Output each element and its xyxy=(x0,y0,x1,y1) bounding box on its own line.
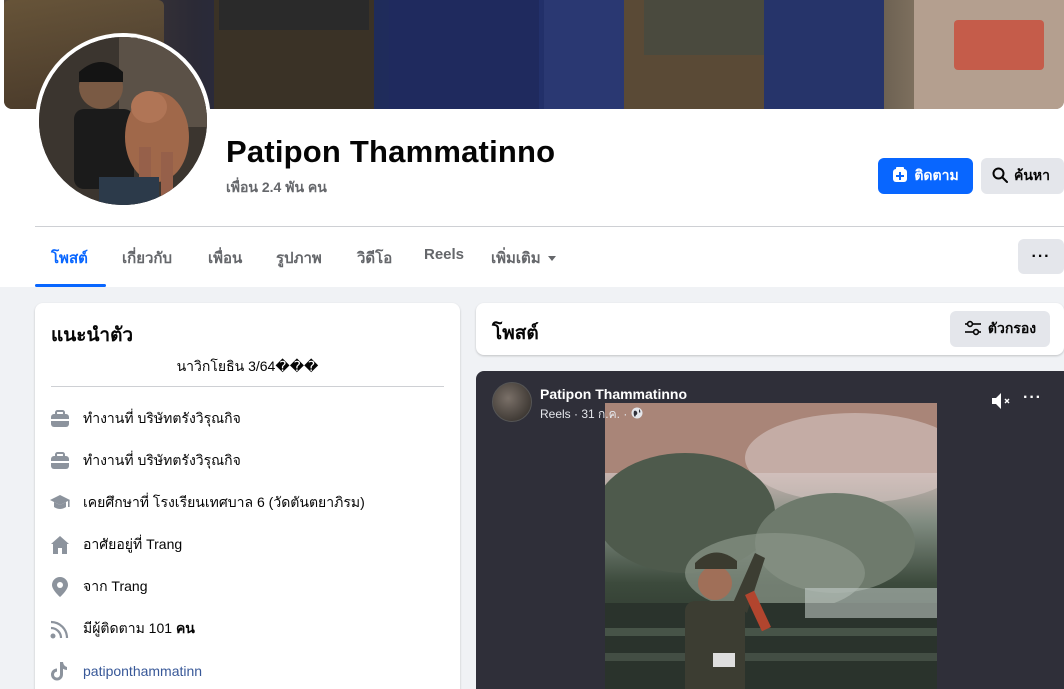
intro-item-work-1: ทำงานที่ บริษัทตรังวิรุณกิจ xyxy=(49,407,241,431)
filter-button[interactable]: ตัวกรอง xyxy=(950,311,1050,347)
intro-item-text: ทำงานที่ บริษัทตรังวิรุณกิจ xyxy=(83,452,241,468)
tab-more-label: เพิ่มเติม xyxy=(491,250,541,267)
reel-more-button[interactable]: ··· xyxy=(1023,389,1042,407)
intro-card: แนะนำตัว นาวิกโยธิน 3/64��� ทำงานที่ บริ… xyxy=(35,303,460,689)
intro-title: แนะนำตัว xyxy=(51,325,134,346)
profile-name: Patipon Thammatinno xyxy=(226,134,556,169)
briefcase-icon xyxy=(49,450,71,472)
tab-photos[interactable]: รูปภาพ xyxy=(276,246,322,270)
caret-down-icon xyxy=(547,250,557,267)
home-icon xyxy=(49,534,71,556)
reel-meta-text: Reels · 31 ก.ค. · xyxy=(540,407,628,421)
filter-label: ตัวกรอง xyxy=(987,320,1037,336)
intro-divider xyxy=(51,386,444,387)
tab-about[interactable]: เกี่ยวกับ xyxy=(122,246,172,270)
rss-icon xyxy=(49,618,71,640)
search-button[interactable]: ค้นหา xyxy=(981,158,1064,194)
profile-avatar[interactable] xyxy=(39,37,207,205)
reel-author-avatar[interactable] xyxy=(492,382,532,422)
active-tab-indicator xyxy=(35,284,106,287)
followers-text: มีผู้ติดตาม 101 คน xyxy=(83,620,195,636)
posts-title: โพสต์ xyxy=(492,323,539,344)
location-pin-icon xyxy=(49,576,71,598)
graduation-cap-icon xyxy=(49,492,71,514)
tiktok-link[interactable]: patiponthammatinn xyxy=(83,663,202,679)
reel-post[interactable]: Patipon Thammatinno Reels · 31 ก.ค. · ··… xyxy=(476,371,1064,689)
follow-button[interactable]: ติดตาม xyxy=(878,158,973,194)
search-label: ค้นหา xyxy=(1014,167,1051,183)
tab-posts[interactable]: โพสต์ xyxy=(51,246,88,270)
profile-more-button[interactable]: ··· xyxy=(1018,239,1064,274)
reel-video[interactable] xyxy=(605,403,937,689)
intro-item-text: จาก Trang xyxy=(83,578,148,594)
tab-reels[interactable]: Reels xyxy=(424,246,464,263)
intro-item-text: เคยศึกษาที่ โรงเรียนเทศบาล 6 (วัดตันตยาภ… xyxy=(83,494,365,510)
tab-videos[interactable]: วิดีโอ xyxy=(357,246,392,270)
briefcase-icon xyxy=(49,408,71,430)
globe-icon xyxy=(631,407,643,422)
follow-label: ติดตาม xyxy=(914,167,959,183)
reel-meta: Reels · 31 ก.ค. · xyxy=(540,405,643,424)
search-icon xyxy=(992,167,1008,186)
add-follow-icon xyxy=(892,166,908,186)
posts-header: โพสต์ ตัวกรอง xyxy=(476,303,1064,355)
tab-friends[interactable]: เพื่อน xyxy=(208,246,242,270)
muted-speaker-icon[interactable] xyxy=(990,391,1014,416)
intro-item-text: อาศัยอยู่ที่ Trang xyxy=(83,536,183,552)
intro-item-from: จาก Trang xyxy=(49,575,147,599)
tiktok-icon xyxy=(49,660,71,682)
intro-item-followers[interactable]: มีผู้ติดตาม 101 คน xyxy=(49,617,195,641)
tab-more[interactable]: เพิ่มเติม xyxy=(491,246,557,270)
header-divider xyxy=(35,226,1064,227)
filter-sliders-icon xyxy=(964,320,982,339)
friends-count[interactable]: เพื่อน 2.4 พัน คน xyxy=(226,177,327,199)
intro-item-lives-in: อาศัยอยู่ที่ Trang xyxy=(49,533,182,557)
intro-bio: นาวิกโยธิน 3/64��� xyxy=(176,358,319,374)
intro-item-work-2: ทำงานที่ บริษัทตรังวิรุณกิจ xyxy=(49,449,241,473)
intro-item-text: ทำงานที่ บริษัทตรังวิรุณกิจ xyxy=(83,410,241,426)
intro-item-education: เคยศึกษาที่ โรงเรียนเทศบาล 6 (วัดตันตยาภ… xyxy=(49,491,365,515)
reel-author-name[interactable]: Patipon Thammatinno xyxy=(540,386,687,402)
intro-item-tiktok[interactable]: patiponthammatinn xyxy=(49,659,202,683)
profile-header: Patipon Thammatinno เพื่อน 2.4 พัน คน ติ… xyxy=(0,0,1064,287)
